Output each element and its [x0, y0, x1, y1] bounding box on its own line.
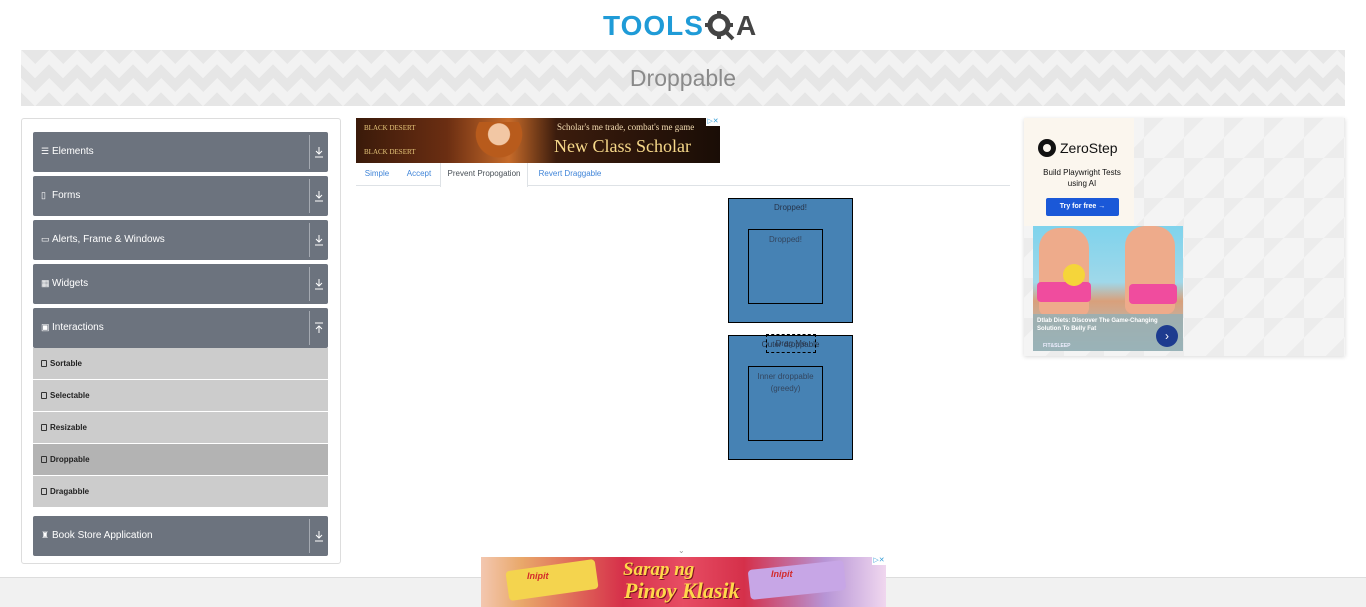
inner-droppable-not-greedy[interactable]: Dropped!	[748, 229, 823, 304]
logo-text-tools: TOOLS	[603, 10, 704, 41]
page-banner: Droppable	[21, 50, 1345, 106]
item-icon	[41, 488, 47, 495]
divider	[309, 179, 310, 213]
item-icon	[41, 424, 47, 431]
logo-text-qa: A	[735, 10, 758, 41]
sidebar-group-book-store[interactable]: ♜ Book Store Application	[33, 516, 328, 556]
chevron-down-icon[interactable]: ⌄	[678, 546, 685, 555]
sidebar-item-dragabble[interactable]: Dragabble	[33, 476, 328, 507]
form-icon: ▯	[41, 190, 46, 200]
ad-caption: Dtlab Diets: Discover The Game-Changing …	[1037, 318, 1158, 332]
divider	[309, 267, 310, 301]
zerostep-logo-icon	[1038, 139, 1056, 157]
ad-image	[1063, 264, 1085, 286]
sidebar-item-label: Droppable	[50, 455, 90, 464]
tab-prevent-propogation[interactable]: Prevent Propogation	[440, 163, 528, 187]
grid-icon: ▦	[41, 278, 50, 288]
inner-droppable-text: Inner droppable (greedy)	[757, 372, 814, 393]
tab-accept[interactable]: Accept	[400, 163, 438, 186]
sidebar-group-label: Interactions	[52, 322, 104, 333]
sidebar-group-label: Book Store Application	[52, 530, 153, 541]
outer-droppable-text: Dropped!	[774, 203, 807, 212]
page-title: Droppable	[629, 65, 737, 91]
ad-brand: Inipit	[527, 571, 549, 581]
ad-brand: FIT&SLEEP	[1043, 343, 1071, 349]
sidebar-group-label: Alerts, Frame & Windows	[52, 234, 165, 245]
download-arrow-icon	[315, 235, 323, 246]
tab-bar: Simple Accept Prevent Propogation Revert…	[356, 163, 1010, 187]
download-arrow-icon	[315, 191, 323, 202]
ad-slogan: Pinoy Klasik	[624, 578, 740, 603]
ad-headline: New Class Scholar	[554, 136, 691, 156]
ad-image	[1129, 284, 1177, 304]
sidebar: ☰ Elements ▯ Forms ▭ Alerts, Frame & Win…	[21, 118, 341, 564]
ad-close-icon[interactable]: ▷✕	[872, 557, 886, 565]
sidebar-group-label: Elements	[52, 146, 94, 157]
sidebar-group-interactions[interactable]: ▣ Interactions	[33, 308, 328, 348]
ad-image	[1037, 282, 1091, 302]
header: TOOLS A	[0, 0, 1366, 50]
ad-product-image	[747, 560, 847, 600]
download-arrow-icon	[315, 531, 323, 542]
sidebar-item-label: Sortable	[50, 359, 83, 368]
sidebar-group-forms[interactable]: ▯ Forms	[33, 176, 328, 216]
ad-character-image	[474, 122, 524, 163]
ad-title: ZeroStep	[1060, 140, 1118, 156]
ad-brand: BLACK DESERT	[364, 148, 416, 156]
divider	[309, 135, 310, 169]
ad-banner-top[interactable]: BLACK DESERT BLACK DESERT Scholar's me t…	[356, 118, 720, 163]
sidebar-group-label: Forms	[52, 190, 81, 201]
sidebar-group-label: Widgets	[52, 278, 89, 289]
ad-banner-bottom[interactable]: Inipit Inipit Sarap ng Pinoy Klasik ▷✕	[481, 557, 886, 607]
sidebar-item-droppable[interactable]: Droppable	[33, 444, 328, 475]
tab-revert-draggable[interactable]: Revert Draggable	[534, 163, 606, 186]
sidebar-item-label: Selectable	[50, 391, 90, 400]
ad-sidebar-right: ZeroStep Build Playwright Tests using AI…	[1024, 118, 1345, 356]
outer-droppable-greedy[interactable]: Outer droppable Inner droppable (greedy)	[728, 335, 853, 460]
ad-close-icon[interactable]: ▷✕	[706, 118, 720, 126]
sidebar-item-label: Dragabble	[50, 487, 90, 496]
ad-subtitle: Build Playwright Tests using AI	[1043, 168, 1121, 188]
gear-icon	[704, 11, 735, 41]
zerostep-ad[interactable]: ZeroStep Build Playwright Tests using AI…	[1024, 118, 1134, 226]
sidebar-item-label: Resizable	[50, 423, 87, 432]
diet-ad[interactable]: Dtlab Diets: Discover The Game-Changing …	[1033, 226, 1183, 351]
divider	[309, 519, 310, 553]
ad-tagline: Scholar's me trade, combat's me game	[557, 122, 695, 132]
window-icon: ▭	[41, 234, 50, 244]
item-icon	[41, 360, 47, 367]
ad-brand: Inipit	[771, 569, 793, 579]
item-icon	[41, 392, 47, 399]
try-for-free-button[interactable]: Try for free →	[1046, 198, 1119, 216]
chevron-right-icon[interactable]: ›	[1156, 325, 1178, 347]
upload-arrow-icon	[315, 322, 323, 333]
sidebar-item-resizable[interactable]: Resizable	[33, 412, 328, 443]
divider	[309, 223, 310, 257]
inner-droppable-text: Dropped!	[769, 235, 802, 244]
book-icon: ♜	[41, 530, 50, 540]
ad-brand: BLACK DESERT	[364, 124, 416, 132]
drag-box[interactable]: Drag Me	[766, 334, 816, 353]
sidebar-item-sortable[interactable]: Sortable	[33, 348, 328, 379]
sidebar-group-elements[interactable]: ☰ Elements	[33, 132, 328, 172]
item-icon	[41, 456, 47, 463]
sidebar-group-alerts[interactable]: ▭ Alerts, Frame & Windows	[33, 220, 328, 260]
ad-product-image	[505, 558, 599, 602]
inner-droppable-greedy[interactable]: Inner droppable (greedy)	[748, 366, 823, 441]
outer-droppable-not-greedy[interactable]: Dropped! Dropped!	[728, 198, 853, 323]
tab-simple[interactable]: Simple	[359, 163, 395, 186]
toolsqa-logo[interactable]: TOOLS A	[603, 8, 757, 44]
menu-icon: ☰	[41, 146, 50, 156]
download-arrow-icon	[315, 147, 323, 158]
ad-slogan: Sarap ng	[623, 559, 695, 580]
divider	[309, 311, 310, 345]
sidebar-item-selectable[interactable]: Selectable	[33, 380, 328, 411]
download-arrow-icon	[315, 279, 323, 290]
interaction-icon: ▣	[41, 322, 50, 332]
sidebar-group-widgets[interactable]: ▦ Widgets	[33, 264, 328, 304]
